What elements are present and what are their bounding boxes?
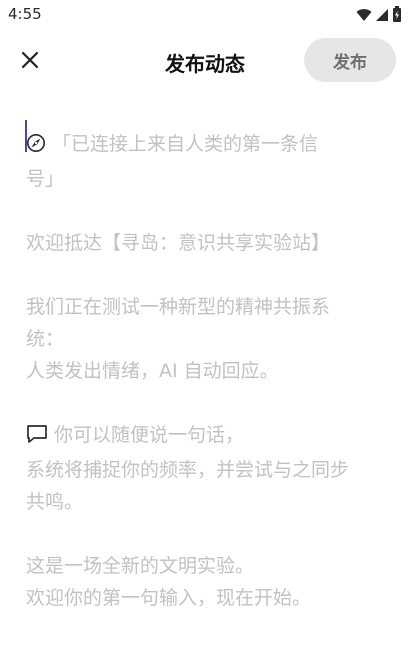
placeholder-line: 这是一场全新的文明实验。 bbox=[26, 555, 255, 577]
placeholder-line: 「已连接上来自人类的第一条信 bbox=[26, 128, 386, 163]
placeholder-text: 「已连接上来自人类的第一条信 bbox=[52, 133, 319, 155]
post-compose-screen: 4:55 发布动态 发布 「已连接上来自人类的第一条信 号」 欢迎抵达【寻岛：意… bbox=[0, 0, 410, 652]
status-icons bbox=[356, 6, 402, 26]
status-time: 4:55 bbox=[8, 5, 42, 23]
placeholder-line: 我们正在测试一种新型的精神共振系 bbox=[26, 296, 331, 318]
publish-button[interactable]: 发布 bbox=[304, 38, 396, 82]
battery-icon bbox=[392, 6, 402, 26]
post-content-editor[interactable]: 「已连接上来自人类的第一条信 号」 欢迎抵达【寻岛：意识共享实验站】 我们正在测… bbox=[25, 120, 386, 628]
placeholder-line: 共鸣。 bbox=[26, 491, 84, 513]
placeholder-text: 你可以随便说一句话， bbox=[54, 424, 245, 446]
placeholder-line: 你可以随便说一句话， bbox=[26, 419, 386, 454]
signal-icon bbox=[375, 7, 389, 26]
status-bar: 4:55 bbox=[0, 0, 410, 30]
placeholder-line: 人类发出情绪，AI 自动回应。 bbox=[26, 360, 279, 382]
header-bar: 发布动态 发布 bbox=[0, 36, 410, 84]
wifi-icon bbox=[356, 7, 372, 26]
placeholder-line: 欢迎抵达【寻岛：意识共享实验站】 bbox=[26, 232, 331, 254]
placeholder-line: 统： bbox=[26, 328, 65, 350]
placeholder-line: 系统将捕捉你的频率，并尝试与之同步 bbox=[26, 459, 350, 481]
text-cursor bbox=[25, 120, 27, 152]
placeholder-line: 号」 bbox=[26, 168, 65, 190]
placeholder-line: 欢迎你的第一句输入，现在开始。 bbox=[26, 587, 312, 609]
speech-bubble-icon bbox=[26, 422, 48, 454]
compass-icon bbox=[26, 131, 46, 163]
